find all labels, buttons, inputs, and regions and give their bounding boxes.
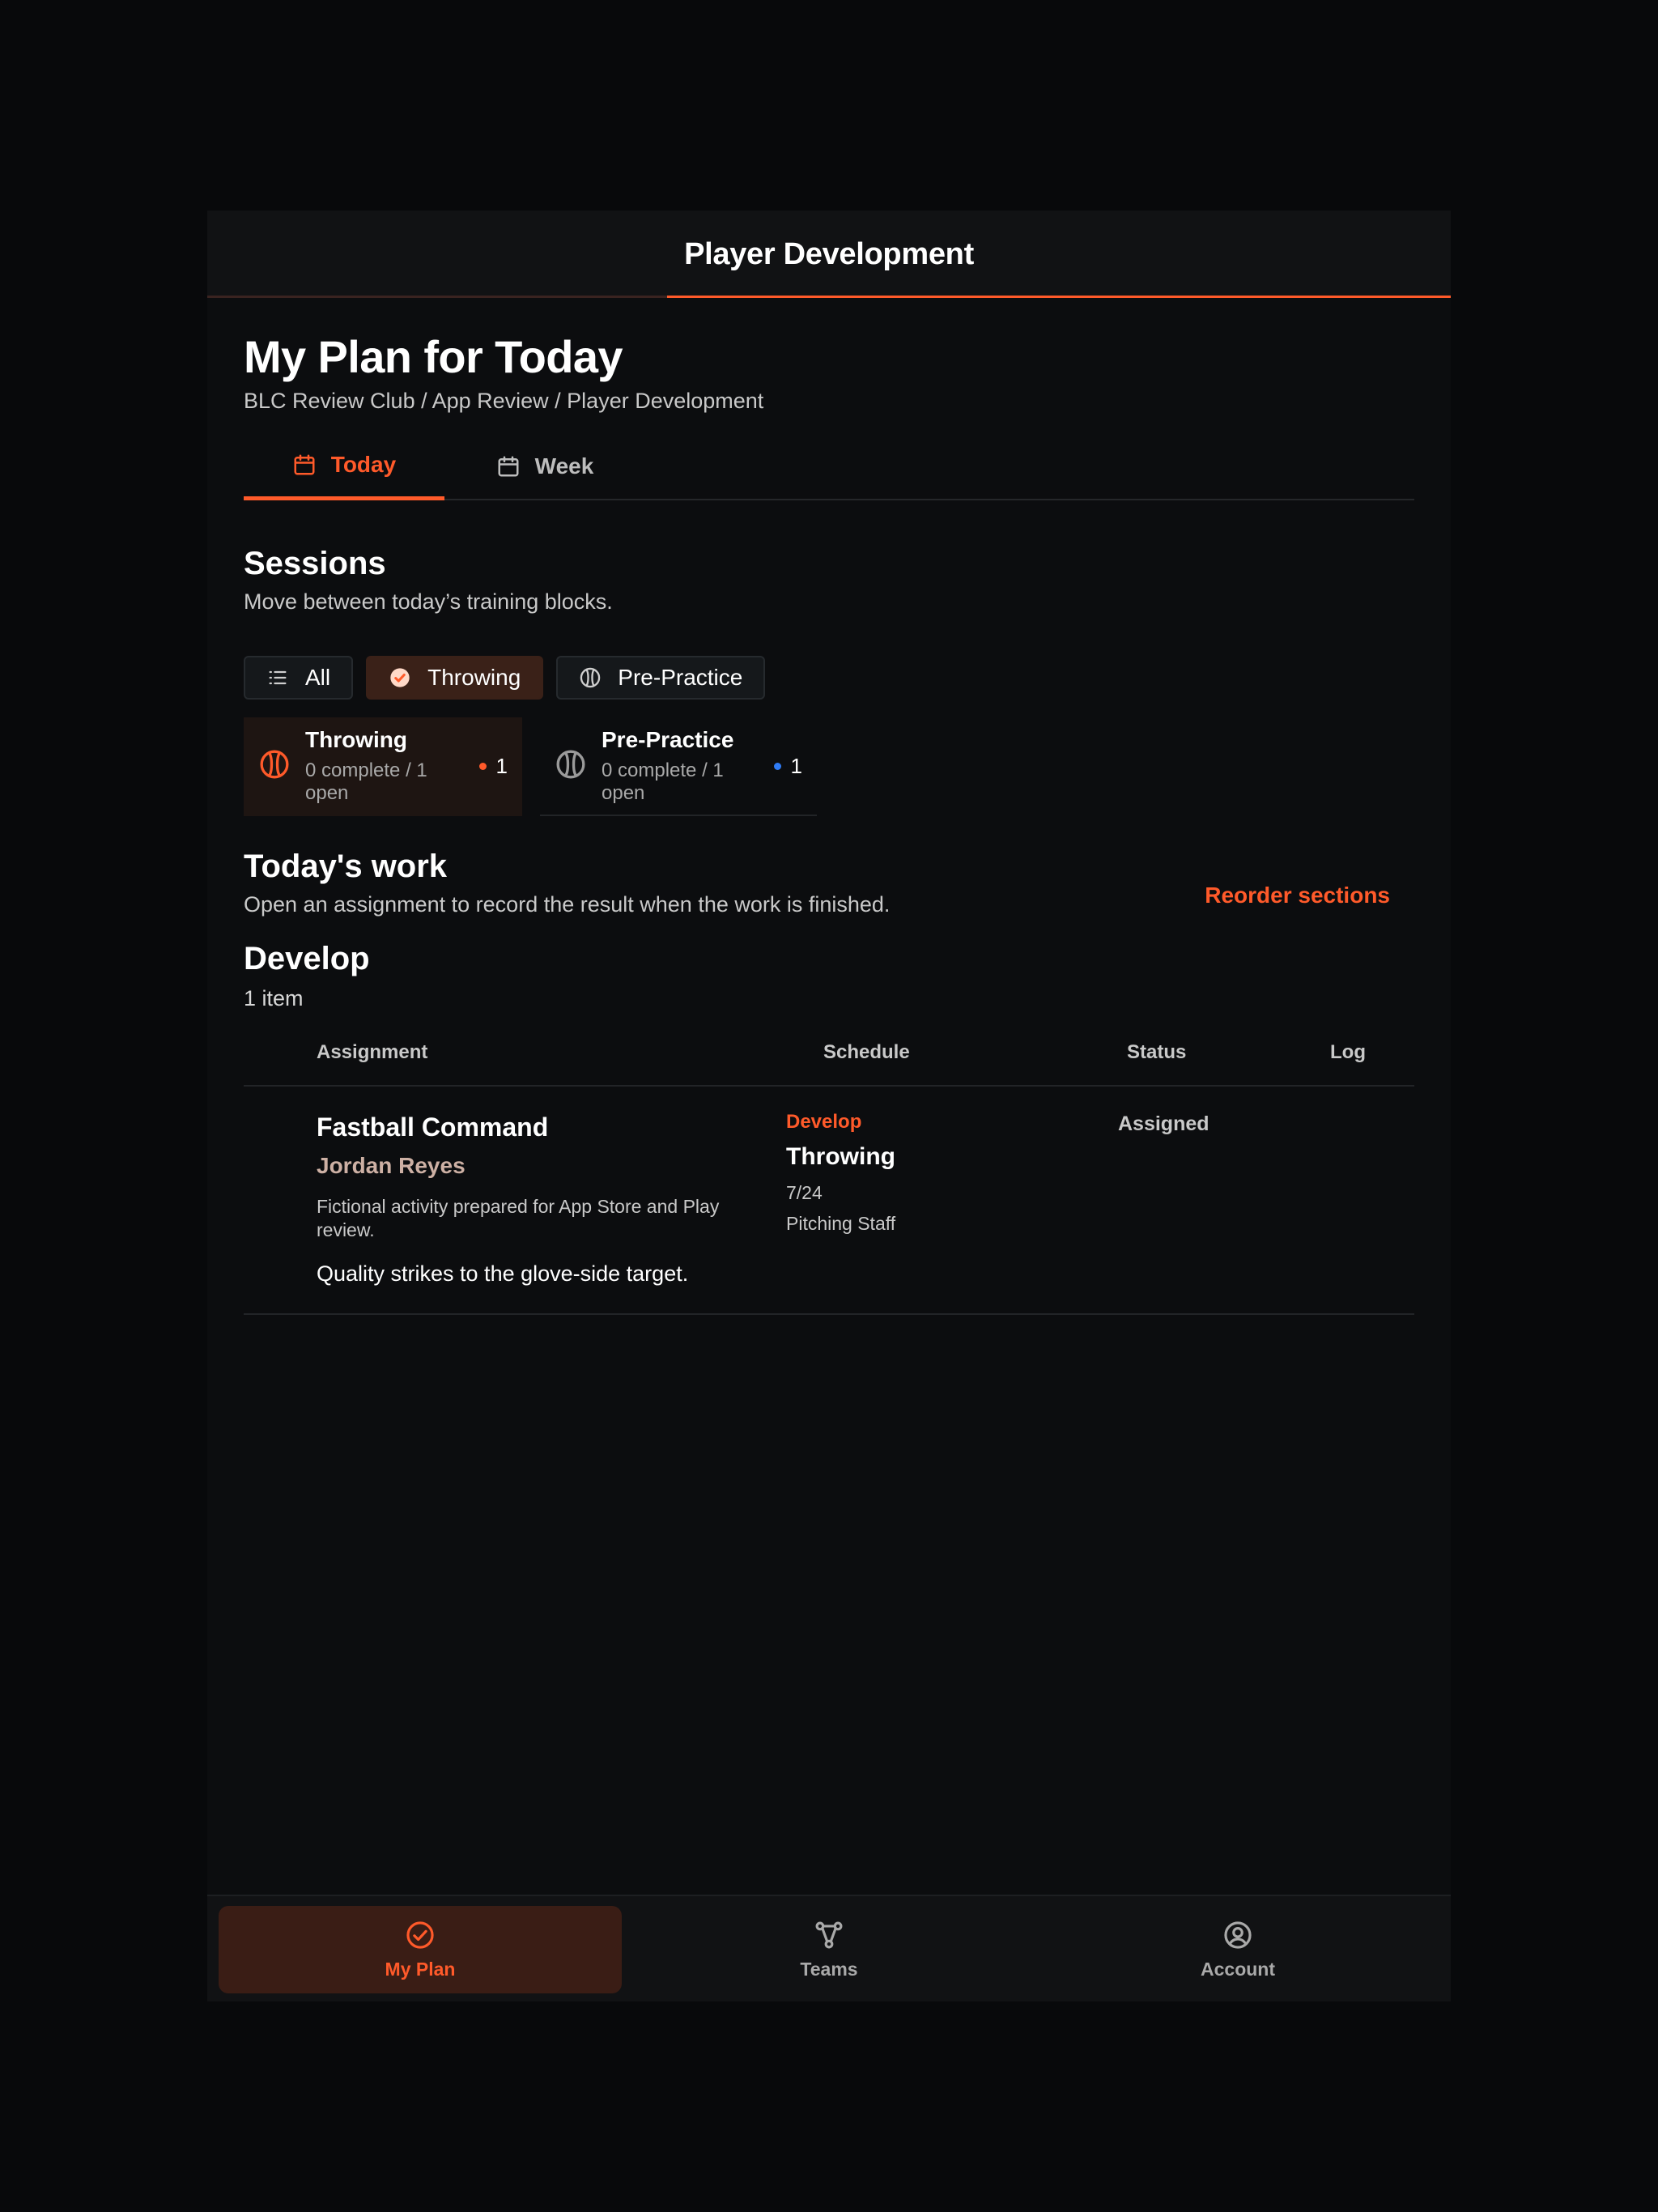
session-cards: Throwing 0 complete / 1 open 1 Pre-Pract… bbox=[244, 717, 817, 816]
tab-today-label: Today bbox=[330, 451, 397, 477]
tab-week-label: Week bbox=[534, 453, 594, 479]
filter-chip-pre-practice[interactable]: Pre-Practice bbox=[556, 656, 766, 700]
session-filter-chips: All Throwing Pre-Practice bbox=[244, 656, 766, 700]
todays-work-subtitle: Open an assignment to record the result … bbox=[244, 892, 891, 917]
filter-chip-label: All bbox=[305, 665, 331, 690]
column-header-assignment: Assignment bbox=[317, 1041, 428, 1063]
filter-chip-all[interactable]: All bbox=[244, 656, 354, 700]
schedule-tag: Develop bbox=[786, 1111, 862, 1133]
session-card-stats: 0 complete / 1 open bbox=[305, 759, 427, 804]
network-icon bbox=[815, 1921, 843, 1948]
table-row[interactable]: Fastball Command Jordan Reyes Fictional … bbox=[244, 1087, 1414, 1315]
session-card-stats: 0 complete / 1 open bbox=[602, 759, 724, 804]
session-card-count: 1 bbox=[478, 753, 508, 779]
calendar-icon bbox=[294, 454, 315, 474]
nav-item-my-plan[interactable]: My Plan bbox=[219, 1906, 622, 1993]
schedule-session: Throwing bbox=[786, 1143, 895, 1170]
todays-work-title: Today's work bbox=[244, 849, 448, 884]
nav-item-label: My Plan bbox=[385, 1958, 456, 1980]
baseball-icon bbox=[580, 667, 601, 688]
calendar-icon bbox=[498, 456, 519, 477]
tab-today[interactable]: Today bbox=[244, 432, 444, 500]
sessions-title: Sessions bbox=[244, 546, 386, 581]
user-circle-icon bbox=[1224, 1921, 1252, 1949]
assignment-note: Quality strikes to the glove-side target… bbox=[317, 1261, 689, 1286]
check-circle-icon bbox=[390, 668, 410, 687]
check-circle-icon bbox=[406, 1921, 434, 1949]
session-card-name: Pre-Practice bbox=[602, 727, 734, 752]
session-card-count-value: 1 bbox=[495, 753, 508, 778]
filter-chip-throwing[interactable]: Throwing bbox=[366, 656, 544, 700]
session-card-text: Throwing 0 complete / 1 open bbox=[305, 727, 457, 805]
baseball-icon bbox=[555, 748, 587, 785]
page-title: My Plan for Today bbox=[244, 331, 623, 382]
filter-chip-label: Pre-Practice bbox=[618, 665, 743, 690]
assignment-description: Fictional activity prepared for App Stor… bbox=[317, 1196, 720, 1240]
column-header-status: Status bbox=[1127, 1041, 1187, 1063]
tab-week[interactable]: Week bbox=[444, 432, 645, 500]
reorder-sections-button[interactable]: Reorder sections bbox=[1205, 883, 1390, 908]
session-card-pre-practice[interactable]: Pre-Practice 0 complete / 1 open 1 bbox=[540, 717, 817, 816]
header-title: Player Development bbox=[684, 236, 974, 271]
nav-item-teams[interactable]: Teams bbox=[627, 1906, 1031, 1993]
nav-item-label: Account bbox=[1201, 1958, 1275, 1980]
session-card-throwing[interactable]: Throwing 0 complete / 1 open 1 bbox=[244, 717, 522, 816]
session-card-text: Pre-Practice 0 complete / 1 open bbox=[602, 727, 751, 805]
develop-title: Develop bbox=[244, 941, 370, 976]
filter-chip-label: Throwing bbox=[427, 665, 521, 690]
breadcrumb: BLC Review Club / App Review / Player De… bbox=[244, 389, 764, 413]
bottom-navigation: My Plan Teams Account bbox=[207, 1895, 1451, 2001]
column-header-log: Log bbox=[1330, 1041, 1366, 1063]
tab-bar: Today Week bbox=[244, 432, 1414, 500]
top-bar: Player Development bbox=[207, 211, 1451, 298]
session-card-count: 1 bbox=[773, 753, 802, 779]
status-dot bbox=[773, 762, 781, 770]
status-dot bbox=[478, 762, 487, 770]
list-icon bbox=[269, 670, 287, 685]
develop-count: 1 item bbox=[244, 986, 304, 1010]
assignment-table-header-row: Assignment Schedule Status Log bbox=[244, 1041, 1414, 1087]
assignment-title: Fastball Command bbox=[317, 1112, 549, 1142]
schedule-staff: Pitching Staff bbox=[786, 1213, 896, 1234]
header-progress-track bbox=[207, 296, 1451, 298]
header-progress-fill bbox=[667, 296, 1451, 298]
sessions-subtitle: Move between today’s training blocks. bbox=[244, 589, 613, 614]
session-card-name: Throwing bbox=[305, 727, 407, 752]
nav-item-label: Teams bbox=[800, 1958, 858, 1980]
status-badge: Assigned bbox=[1118, 1112, 1209, 1135]
assignment-player: Jordan Reyes bbox=[317, 1153, 466, 1178]
column-header-schedule: Schedule bbox=[823, 1041, 910, 1063]
schedule-date: 7/24 bbox=[786, 1182, 823, 1203]
session-card-count-value: 1 bbox=[790, 753, 802, 778]
baseball-icon bbox=[258, 748, 291, 785]
nav-item-account[interactable]: Account bbox=[1036, 1906, 1439, 1993]
